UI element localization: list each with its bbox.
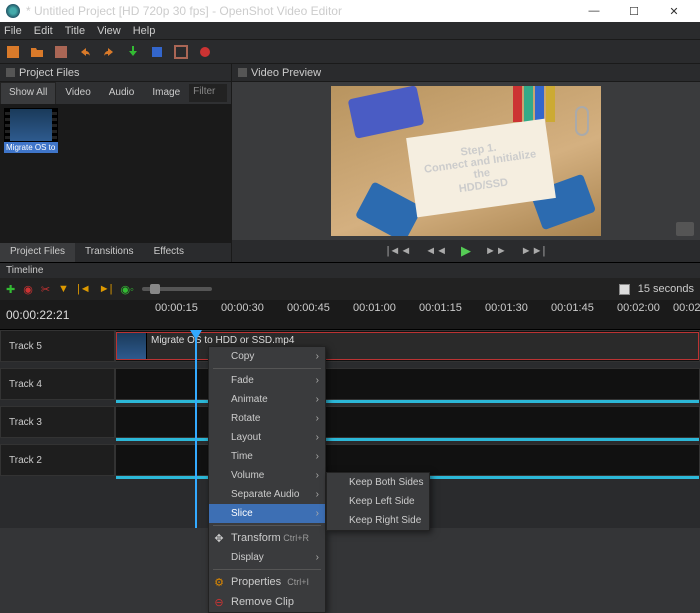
fullscreen-icon[interactable] [174, 45, 188, 59]
playhead[interactable] [195, 330, 197, 528]
track-3-label[interactable]: Track 3 [0, 406, 115, 438]
media-thumbnail[interactable] [4, 108, 58, 142]
window-title: * Untitled Project [HD 720p 30 fps] - Op… [26, 4, 574, 18]
menu-help[interactable]: Help [133, 25, 156, 37]
slice-keep-both[interactable]: Keep Both Sides [327, 473, 429, 492]
track-5[interactable]: Track 5 Migrate OS to HDD or SSD.mp4 [0, 330, 700, 362]
filter-audio[interactable]: Audio [100, 82, 144, 104]
redo-icon[interactable] [102, 45, 116, 59]
snap-icon[interactable]: ◉ [23, 283, 33, 296]
filter-image[interactable]: Image [143, 82, 189, 104]
close-button[interactable]: ✕ [654, 0, 694, 22]
profile-icon[interactable] [150, 45, 164, 59]
filter-input[interactable]: Filter [189, 84, 227, 102]
video-preview-header: Video Preview [232, 64, 700, 82]
clip-context-menu: Copy Fade Animate Rotate Layout Time Vol… [208, 346, 326, 613]
zoom-lock-checkbox[interactable] [619, 284, 630, 295]
zoom-label: 15 seconds [638, 283, 694, 295]
timeline-clip[interactable]: Migrate OS to HDD or SSD.mp4 [116, 332, 699, 360]
ctx-separate-audio[interactable]: Separate Audio [209, 485, 325, 504]
project-files-body[interactable]: Migrate OS to H... [0, 104, 231, 242]
undo-icon[interactable] [78, 45, 92, 59]
filter-video[interactable]: Video [56, 82, 99, 104]
ctx-rotate[interactable]: Rotate [209, 409, 325, 428]
menu-edit[interactable]: Edit [34, 25, 53, 37]
track-2-label[interactable]: Track 2 [0, 444, 115, 476]
next-marker-icon[interactable]: ►| [99, 283, 113, 295]
app-icon [6, 4, 20, 18]
menu-title[interactable]: Title [65, 25, 85, 37]
slice-keep-left[interactable]: Keep Left Side [327, 492, 429, 511]
ctx-transform[interactable]: ✥TransformCtrl+R [209, 528, 325, 548]
slice-keep-right[interactable]: Keep Right Side [327, 511, 429, 530]
ctx-slice[interactable]: Slice [209, 504, 325, 523]
project-files-panel: Project Files Show All Video Audio Image… [0, 64, 232, 262]
track-4-label[interactable]: Track 4 [0, 368, 115, 400]
video-preview[interactable]: Step 1. Connect and Initialize the HDD/S… [232, 82, 700, 240]
timeline-header: Timeline [0, 262, 700, 278]
add-track-icon[interactable]: ✚ [6, 283, 15, 296]
clip-thumbnail [117, 333, 147, 359]
slice-submenu: Keep Both Sides Keep Left Side Keep Righ… [326, 472, 430, 531]
play-icon[interactable]: ▶ [461, 243, 471, 259]
prev-marker-icon[interactable]: |◄ [77, 283, 91, 295]
window-titlebar: * Untitled Project [HD 720p 30 fps] - Op… [0, 0, 700, 22]
menu-bar: File Edit Title View Help [0, 22, 700, 40]
ctx-copy[interactable]: Copy [209, 347, 325, 366]
add-marker-icon[interactable]: ▼ [58, 283, 69, 295]
tab-project-files[interactable]: Project Files [0, 243, 75, 262]
snapshot-icon[interactable] [676, 222, 694, 236]
track-3[interactable]: Track 3 [0, 406, 700, 438]
playback-controls: |◄◄ ◄◄ ▶ ►► ►►| [232, 240, 700, 262]
ctx-layout[interactable]: Layout [209, 428, 325, 447]
jump-end-icon[interactable]: ►►| [521, 245, 546, 257]
rewind-icon[interactable]: ◄◄ [425, 245, 447, 257]
ctx-time[interactable]: Time [209, 447, 325, 466]
jump-start-icon[interactable]: |◄◄ [387, 245, 412, 257]
timeline-ticks[interactable]: 00:00:15 00:00:30 00:00:45 00:01:00 00:0… [115, 300, 700, 329]
video-preview-panel: Video Preview Step 1. Connect and Initia… [232, 64, 700, 262]
minimize-button[interactable]: — [574, 0, 614, 22]
timeline-toolbar: ✚ ◉ ✂ ▼ |◄ ►| ◉◦ 15 seconds [0, 278, 700, 300]
tab-effects[interactable]: Effects [144, 243, 194, 262]
media-thumbnail-label: Migrate OS to H... [4, 142, 58, 153]
timecode-display: 00:00:22:21 [0, 300, 115, 329]
preview-frame: Step 1. Connect and Initialize the HDD/S… [331, 86, 601, 236]
fast-forward-icon[interactable]: ►► [485, 245, 507, 257]
save-project-icon[interactable] [54, 45, 68, 59]
maximize-button[interactable]: ☐ [614, 0, 654, 22]
center-playhead-icon[interactable]: ◉◦ [120, 283, 134, 296]
ctx-animate[interactable]: Animate [209, 390, 325, 409]
track-5-label[interactable]: Track 5 [0, 330, 115, 362]
import-icon[interactable] [126, 45, 140, 59]
menu-view[interactable]: View [97, 25, 121, 37]
project-files-header: Project Files [0, 64, 231, 82]
ctx-volume[interactable]: Volume [209, 466, 325, 485]
main-toolbar [0, 40, 700, 64]
track-4[interactable]: Track 4 [0, 368, 700, 400]
menu-file[interactable]: File [4, 25, 22, 37]
timeline-ruler[interactable]: 00:00:22:21 00:00:15 00:00:30 00:00:45 0… [0, 300, 700, 330]
ctx-remove-clip[interactable]: ⊖Remove Clip [209, 592, 325, 612]
ctx-properties[interactable]: ⚙PropertiesCtrl+I [209, 572, 325, 592]
open-project-icon[interactable] [30, 45, 44, 59]
export-icon[interactable] [198, 45, 212, 59]
ctx-display[interactable]: Display [209, 548, 325, 567]
zoom-slider[interactable] [142, 287, 212, 291]
tab-transitions[interactable]: Transitions [75, 243, 144, 262]
razor-icon[interactable]: ✂ [41, 283, 50, 296]
new-project-icon[interactable] [6, 45, 20, 59]
filter-show-all[interactable]: Show All [0, 82, 56, 104]
ctx-fade[interactable]: Fade [209, 371, 325, 390]
